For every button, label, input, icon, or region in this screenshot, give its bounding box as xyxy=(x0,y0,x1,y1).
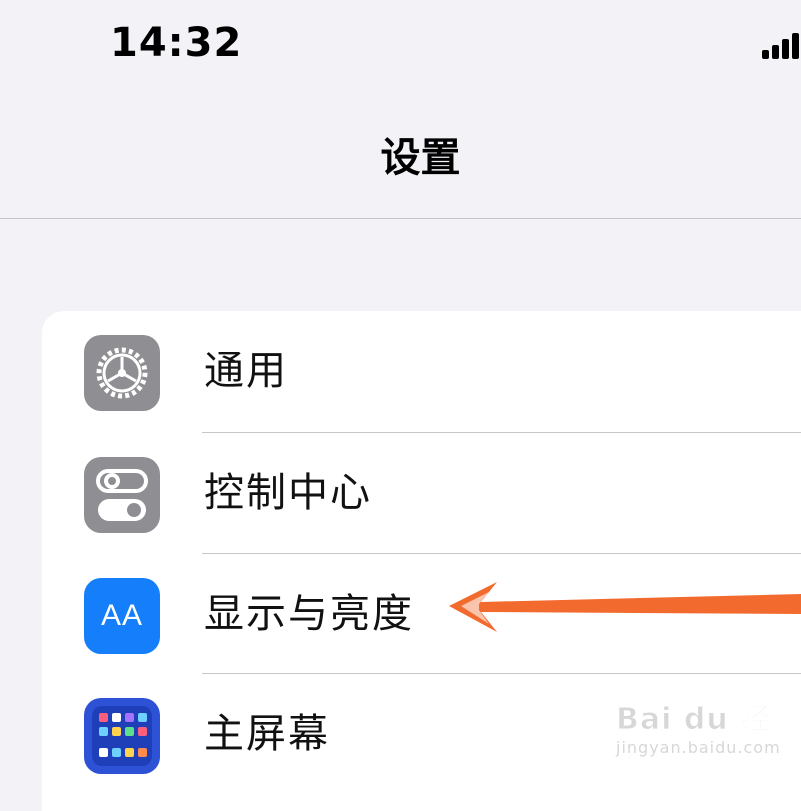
watermark: Bai du 经验 jingyan.baidu.com xyxy=(612,688,780,782)
gear-icon xyxy=(84,335,160,411)
settings-item-label: 控制中心 xyxy=(204,470,372,516)
status-bar: 14:32 xyxy=(0,0,801,90)
status-time: 14:32 xyxy=(110,20,243,66)
page-title: 设置 xyxy=(380,135,461,181)
home-screen-icon xyxy=(84,698,160,774)
settings-item-label: 显示与亮度 xyxy=(204,591,414,637)
navigation-bar: 设置 xyxy=(0,90,801,219)
settings-item-label: 主屏幕 xyxy=(204,711,330,757)
cellular-signal-icon xyxy=(762,33,799,59)
annotation-arrow xyxy=(449,582,801,632)
settings-item-general[interactable]: 通用 xyxy=(42,311,801,431)
settings-item-control-center[interactable]: 控制中心 xyxy=(42,433,801,553)
text-size-icon-glyph: AA xyxy=(100,599,144,632)
settings-item-label: 通用 xyxy=(204,348,288,394)
watermark-url: jingyan.baidu.com xyxy=(616,738,781,757)
text-size-icon: AA xyxy=(84,578,160,654)
toggles-icon xyxy=(84,457,160,533)
